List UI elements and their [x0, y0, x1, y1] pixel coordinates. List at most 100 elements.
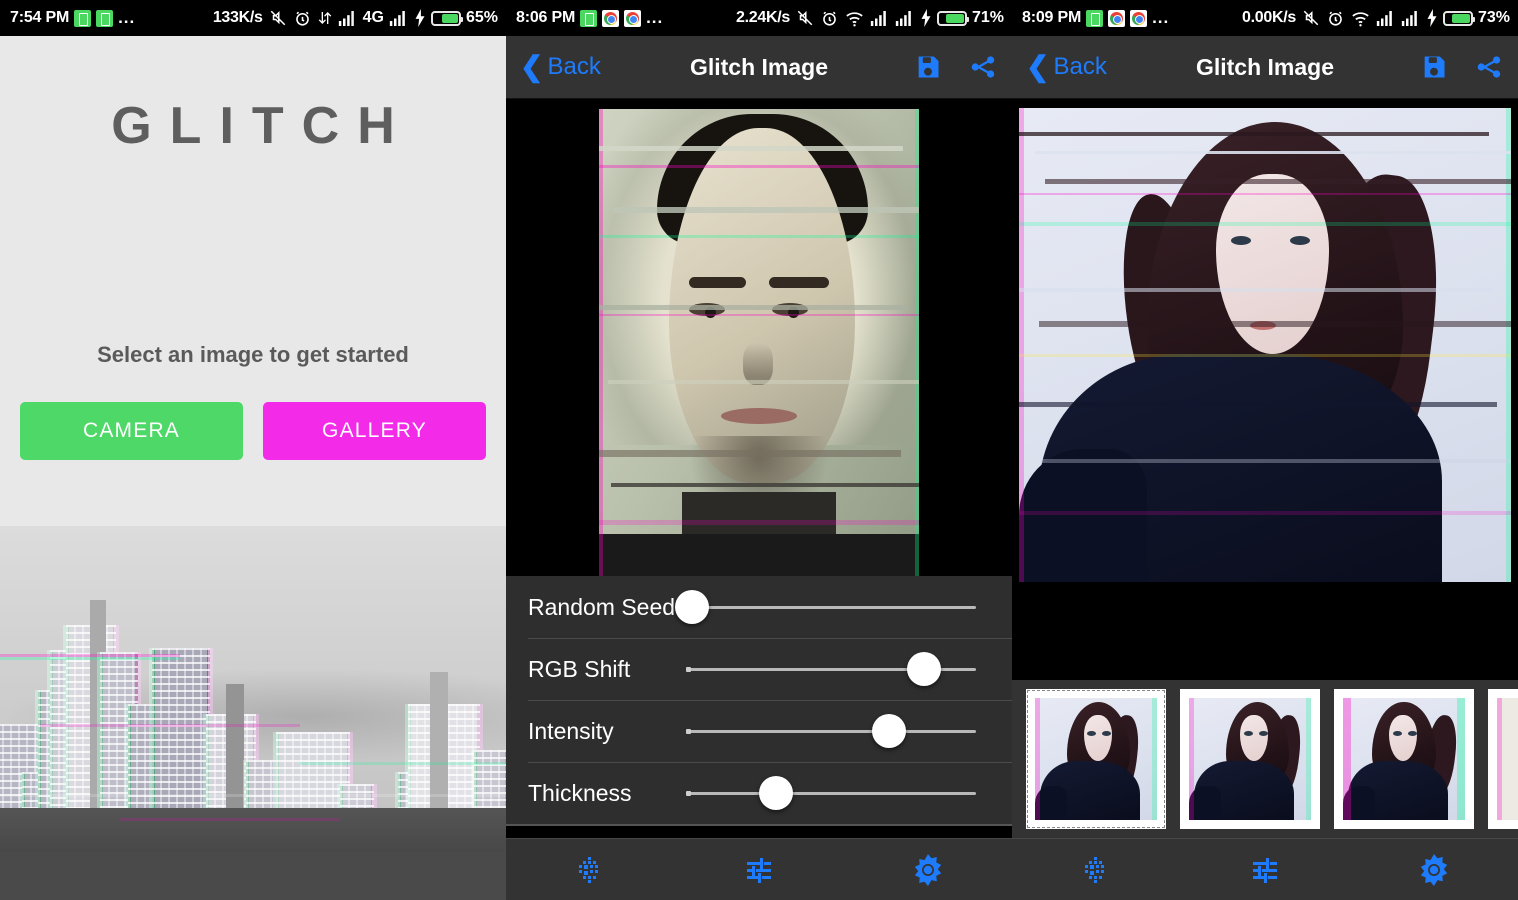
signal-1-icon: [338, 10, 354, 26]
status-time: 8:09 PM: [1022, 9, 1082, 26]
app-bar-actions: [1420, 53, 1504, 81]
glitched-woman-portrait: [1019, 108, 1511, 582]
data-transfer-icon: [318, 12, 331, 24]
status-overflow-dots: ...: [646, 8, 664, 27]
thickness-slider[interactable]: [686, 776, 976, 810]
mute-icon: [270, 10, 285, 26]
bottom-nav-3: [1012, 838, 1518, 900]
nav-brightness[interactable]: [1349, 853, 1518, 887]
battery-percent: 73%: [1477, 9, 1510, 26]
app-bar-2: ❮ Back Glitch Image: [506, 36, 1012, 98]
random-seed-slider[interactable]: [674, 590, 976, 624]
panel-preset-picker: 8:09 PM ... 0.00K/s 73% ❮ Back Glitch Im…: [1012, 0, 1518, 900]
preset-thumbnail-strip[interactable]: [1012, 680, 1518, 838]
back-button[interactable]: ❮ Back: [1026, 53, 1107, 81]
share-button[interactable]: [1474, 53, 1504, 81]
charging-icon: [415, 9, 425, 27]
charging-icon: [921, 9, 931, 27]
status-overflow-dots: ...: [118, 8, 136, 27]
status-app-icons: ...: [74, 8, 136, 27]
slider-row: Intensity: [506, 700, 1012, 762]
slider-thumb[interactable]: [674, 590, 709, 624]
splash-subtitle: Select an image to get started: [97, 342, 409, 367]
wifi-icon: [1352, 11, 1369, 26]
slider-label: Random Seed: [528, 593, 676, 620]
status-bar-1: 7:54 PM ... 133K/s 4G 65%: [0, 0, 506, 36]
back-button[interactable]: ❮ Back: [520, 53, 601, 81]
image-preview-area[interactable]: [506, 99, 1012, 576]
nav-grain[interactable]: [506, 854, 675, 886]
battery-icon: [936, 10, 969, 26]
battery-saver-icon: [74, 9, 92, 27]
slider-row: Random Seed: [506, 576, 1012, 638]
status-bar-3: 8:09 PM ... 0.00K/s 73%: [1012, 0, 1518, 36]
battery-icon: [430, 10, 463, 26]
brightness-icon: [914, 853, 941, 886]
preset-thumbnail-1[interactable]: [1026, 689, 1166, 829]
nav-brightness[interactable]: [843, 853, 1012, 887]
signal-2-icon: [389, 10, 405, 26]
preset-thumbnail-3[interactable]: [1334, 689, 1474, 829]
charging-icon: [1427, 9, 1437, 27]
slider-row: Thickness: [506, 762, 1012, 824]
slider-label: Thickness: [528, 779, 632, 806]
battery-icon: [1442, 10, 1475, 26]
adjust-sliders-icon: [747, 857, 771, 883]
bottom-nav-2: [506, 838, 1012, 900]
glitched-man-portrait: [599, 109, 919, 576]
save-button[interactable]: [914, 53, 942, 81]
slider-thumb[interactable]: [758, 776, 793, 810]
signal-2-icon: [895, 10, 911, 26]
splash-upper: GLITCH Select an image to get started CA…: [0, 36, 506, 526]
alarm-icon: [823, 11, 836, 26]
gallery-button[interactable]: GALLERY: [263, 402, 486, 460]
preset-thumbnail-2[interactable]: [1180, 689, 1320, 829]
image-preview-area[interactable]: [1012, 99, 1518, 677]
save-icon: [1424, 56, 1445, 78]
app-title: GLITCH: [111, 97, 413, 155]
chevron-left-icon: ❮: [1026, 51, 1050, 82]
status-net-speed: 0.00K/s: [1242, 9, 1296, 26]
slider-label: RGB Shift: [528, 655, 631, 682]
adjust-sliders-icon: [1253, 857, 1277, 883]
status-time: 8:06 PM: [516, 9, 576, 26]
panel-splash-screen: 7:54 PM ... 133K/s 4G 65% GLITCH Select …: [0, 0, 506, 900]
chrome-icon: [1108, 9, 1126, 27]
battery-saver-icon: [1086, 9, 1104, 27]
network-type-label: 4G: [362, 9, 384, 26]
status-bar-2: 8:06 PM ... 2.24K/s 71%: [506, 0, 1012, 36]
mute-icon: [1303, 10, 1319, 26]
app-bar-actions: [914, 53, 998, 81]
alarm-icon: [1329, 11, 1342, 26]
battery-saver-icon: [96, 9, 114, 27]
slider-thumb[interactable]: [906, 652, 941, 686]
share-icon: [1477, 56, 1501, 78]
nav-adjust[interactable]: [1181, 854, 1350, 886]
grain-icon: [579, 856, 599, 883]
app-bar-3: ❮ Back Glitch Image: [1012, 36, 1518, 98]
save-button[interactable]: [1420, 53, 1448, 81]
splash-actions: CAMERA GALLERY: [20, 402, 486, 460]
nav-grain[interactable]: [1012, 854, 1181, 886]
slider-label: Intensity: [528, 717, 614, 744]
signal-1-icon: [870, 10, 886, 26]
rgb-shift-slider[interactable]: [686, 652, 976, 686]
alarm-icon: [295, 11, 309, 26]
preset-thumbnail-4[interactable]: [1488, 689, 1518, 829]
battery-percent: 71%: [971, 9, 1004, 26]
status-app-icons: ...: [1086, 8, 1170, 27]
status-overflow-dots: ...: [1152, 8, 1170, 27]
back-button-label: Back: [547, 53, 601, 80]
back-button-label: Back: [1053, 53, 1107, 80]
status-net-speed: 133K/s: [212, 9, 263, 26]
slider-thumb[interactable]: [872, 714, 906, 748]
camera-button[interactable]: CAMERA: [20, 402, 243, 460]
share-button[interactable]: [968, 53, 998, 81]
signal-2-icon: [1401, 10, 1417, 26]
status-app-icons: ...: [580, 8, 664, 27]
intensity-slider[interactable]: [686, 714, 976, 748]
status-net-speed: 2.24K/s: [736, 9, 790, 26]
chevron-left-icon: ❮: [520, 51, 544, 82]
panel-slider-editor: 8:06 PM ... 2.24K/s 71% ❮ Back Glitch Im…: [506, 0, 1012, 900]
nav-adjust[interactable]: [675, 854, 844, 886]
